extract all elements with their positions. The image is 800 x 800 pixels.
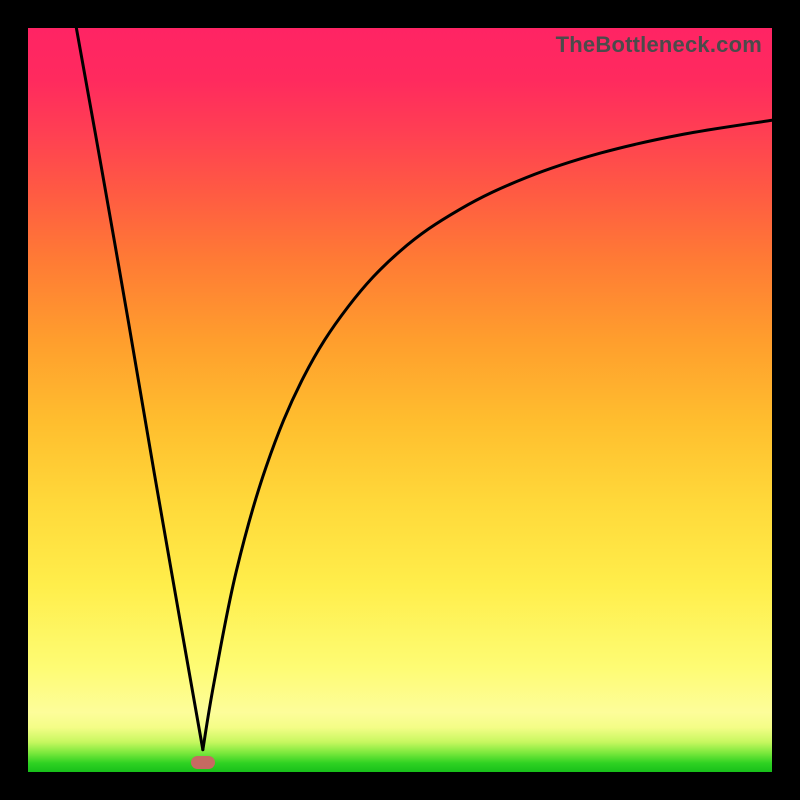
plot-area: TheBottleneck.com [28, 28, 772, 772]
bottleneck-curve [28, 28, 772, 772]
optimal-marker [191, 756, 215, 769]
curve-left-branch [76, 28, 202, 750]
curve-right-branch [203, 120, 772, 749]
chart-frame: TheBottleneck.com [0, 0, 800, 800]
